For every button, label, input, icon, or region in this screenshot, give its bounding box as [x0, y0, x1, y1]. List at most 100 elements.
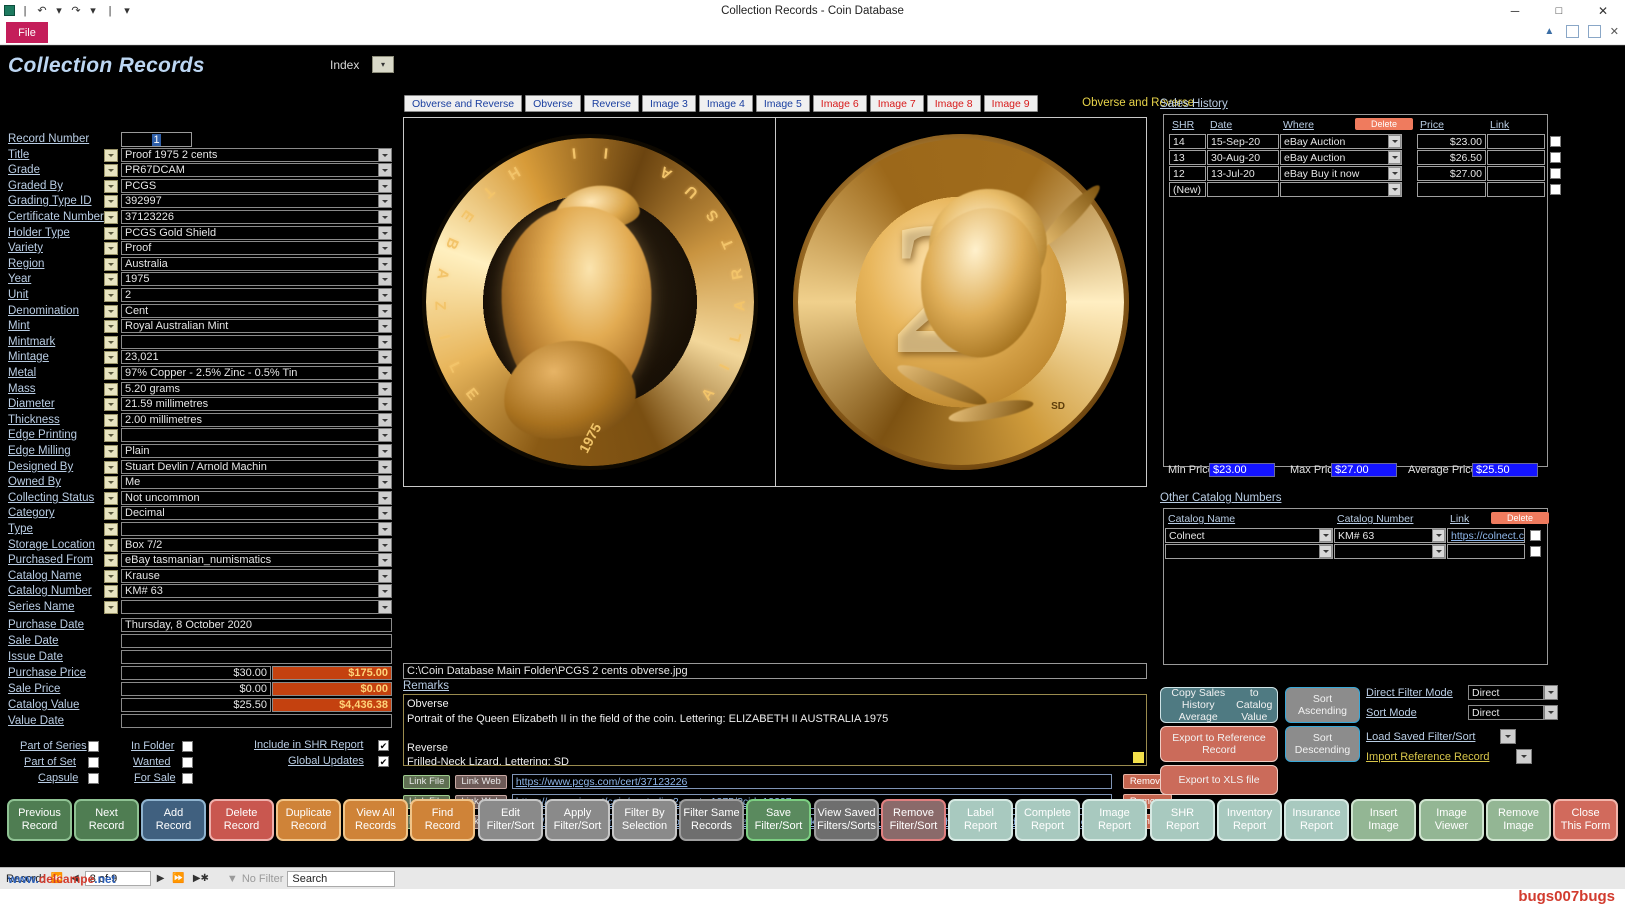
sales-history-where-chevron-down-icon[interactable] [1388, 183, 1401, 196]
sales-history-column-where[interactable]: Where [1283, 119, 1314, 131]
field-label-mintage[interactable]: Mintage [8, 351, 49, 363]
field-value-thickness[interactable]: 2.00 millimetres [121, 413, 392, 427]
checkbox-for-sale[interactable] [182, 773, 193, 784]
maximize-button[interactable] [1537, 0, 1581, 22]
sales-history-date-cell[interactable] [1207, 182, 1279, 197]
field-chevron-down-icon[interactable] [378, 288, 392, 302]
field-value-storage-location[interactable]: Box 7/2 [121, 538, 392, 552]
field-chevron-down-icon[interactable] [378, 475, 392, 489]
export-to-reference-record-button[interactable]: Export to Reference Record [1160, 726, 1278, 762]
checkbox-label-capsule[interactable]: Capsule [38, 772, 78, 784]
sort-mode-select[interactable]: Direct [1468, 705, 1544, 720]
field-label-edge-milling[interactable]: Edge Milling [8, 445, 71, 457]
field-value-category[interactable]: Decimal [121, 506, 392, 520]
field-chevron-down-icon[interactable] [378, 319, 392, 333]
field-value-mintage[interactable]: 23,021 [121, 350, 392, 364]
field-combo-toggle-icon[interactable] [104, 414, 118, 427]
button-delete-record[interactable]: Delete Record [209, 799, 274, 841]
field-value-diameter[interactable]: 21.59 millimetres [121, 397, 392, 411]
field-value-year[interactable]: 1975 [121, 272, 392, 286]
remarks-textarea[interactable]: Obverse Portrait of the Queen Elizabeth … [403, 694, 1147, 766]
field-label-storage-location[interactable]: Storage Location [8, 539, 95, 551]
field-label-owned-by[interactable]: Owned By [8, 476, 61, 488]
undo-dropdown-icon[interactable]: ▾ [52, 4, 66, 18]
other-catalog-column-catalog-name[interactable]: Catalog Name [1168, 513, 1235, 525]
last-record-icon[interactable]: ⏩ [170, 873, 186, 884]
sales-history-shr-cell[interactable]: 13 [1169, 150, 1206, 165]
index-dropdown-icon[interactable]: ▾ [372, 56, 394, 73]
field-label-mintmark[interactable]: Mintmark [8, 336, 55, 348]
sales-history-link-cell[interactable] [1487, 166, 1545, 181]
field-combo-toggle-icon[interactable] [104, 336, 118, 349]
other-catalog-column-catalog-number[interactable]: Catalog Number [1337, 513, 1413, 525]
field-label-catalog-value[interactable]: Catalog Value [8, 699, 79, 711]
direct-filter-mode-select[interactable]: Direct [1468, 685, 1544, 700]
field-label-mint[interactable]: Mint [8, 320, 30, 332]
other-catalog-name-cell[interactable]: Colnect [1165, 528, 1333, 543]
field-combo-toggle-icon[interactable] [104, 554, 118, 567]
button-edit-filter-sort[interactable]: Edit Filter/Sort [478, 799, 543, 841]
button-shr-report[interactable]: SHR Report [1150, 799, 1215, 841]
field-label-graded-by[interactable]: Graded By [8, 180, 63, 192]
sales-history-date-cell[interactable]: 15-Sep-20 [1207, 134, 1279, 149]
field-label-collecting-status[interactable]: Collecting Status [8, 492, 94, 504]
field-value-owned-by[interactable]: Me [121, 475, 392, 489]
field-combo-toggle-icon[interactable] [104, 149, 118, 162]
field-combo-toggle-icon[interactable] [104, 351, 118, 364]
field-value-catalog-number[interactable]: KM# 63 [121, 584, 392, 598]
field-label-purchase-price[interactable]: Purchase Price [8, 667, 86, 679]
field-combo-toggle-icon[interactable] [104, 539, 118, 552]
field-chevron-down-icon[interactable] [378, 350, 392, 364]
button-insert-image[interactable]: Insert Image [1351, 799, 1416, 841]
field-label-grade[interactable]: Grade [8, 164, 40, 176]
undo-icon[interactable]: ↶ [35, 4, 49, 18]
sales-history-where-cell[interactable]: eBay Auction [1280, 134, 1402, 149]
file-tab[interactable]: File [6, 22, 48, 43]
field-chevron-down-icon[interactable] [378, 460, 392, 474]
field-label-year[interactable]: Year [8, 273, 31, 285]
field-value-issue-date[interactable] [121, 650, 392, 664]
field-chevron-down-icon[interactable] [378, 382, 392, 396]
other-catalog-number-cell[interactable]: KM# 63 [1334, 528, 1446, 543]
field-value-edge-milling[interactable]: Plain [121, 444, 392, 458]
other-catalog-name-chevron-down-icon[interactable] [1319, 545, 1332, 558]
field-combo-toggle-icon[interactable] [104, 195, 118, 208]
field-chevron-down-icon[interactable] [378, 226, 392, 240]
sales-history-shr-cell[interactable]: 14 [1169, 134, 1206, 149]
other-catalog-column-link[interactable]: Link [1450, 513, 1469, 525]
field-label-purchase-date[interactable]: Purchase Date [8, 619, 84, 631]
field-label-value-date[interactable]: Value Date [8, 715, 64, 727]
field-value-collecting-status[interactable]: Not uncommon [121, 491, 392, 505]
field-combo-toggle-icon[interactable] [104, 585, 118, 598]
button-close-this-form[interactable]: Close This Form [1553, 799, 1618, 841]
field-label-variety[interactable]: Variety [8, 242, 43, 254]
field-value-designed-by[interactable]: Stuart Devlin / Arnold Machin [121, 460, 392, 474]
field-chevron-down-icon[interactable] [378, 335, 392, 349]
field-label-denomination[interactable]: Denomination [8, 305, 79, 317]
field-label-category[interactable]: Category [8, 507, 55, 519]
button-filter-same-records[interactable]: Filter Same Records [679, 799, 744, 841]
button-filter-by-selection[interactable]: Filter By Selection [612, 799, 677, 841]
field-combo-toggle-icon[interactable] [104, 507, 118, 520]
button-image-report[interactable]: Image Report [1082, 799, 1147, 841]
sales-history-column-shr[interactable]: SHR [1172, 119, 1194, 131]
redo-icon[interactable]: ↷ [69, 4, 83, 18]
checkbox-label-part-of-series[interactable]: Part of Series [20, 740, 87, 752]
field-value-grade[interactable]: PR67DCAM [121, 163, 392, 177]
field-combo-toggle-icon[interactable] [104, 211, 118, 224]
sales-history-row-checkbox[interactable] [1550, 184, 1561, 195]
button-save-filter-sort[interactable]: Save Filter/Sort [746, 799, 811, 841]
field-value-region[interactable]: Australia [121, 257, 392, 271]
sales-history-date-cell[interactable]: 30-Aug-20 [1207, 150, 1279, 165]
field-chevron-down-icon[interactable] [378, 397, 392, 411]
field-chevron-down-icon[interactable] [378, 522, 392, 536]
image-tab-image-4[interactable]: Image 4 [698, 95, 753, 112]
field-value-holder-type[interactable]: PCGS Gold Shield [121, 226, 392, 240]
record-number-field[interactable]: 1 [121, 132, 192, 147]
field-value-denomination[interactable]: Cent [121, 304, 392, 318]
checkbox-label-include-in-shr-report[interactable]: Include in SHR Report [254, 739, 363, 751]
checkbox-label-wanted[interactable]: Wanted [133, 756, 171, 768]
field-combo-toggle-icon[interactable] [104, 242, 118, 255]
field-label-thickness[interactable]: Thickness [8, 414, 60, 426]
button-find-record[interactable]: Find Record [410, 799, 475, 841]
